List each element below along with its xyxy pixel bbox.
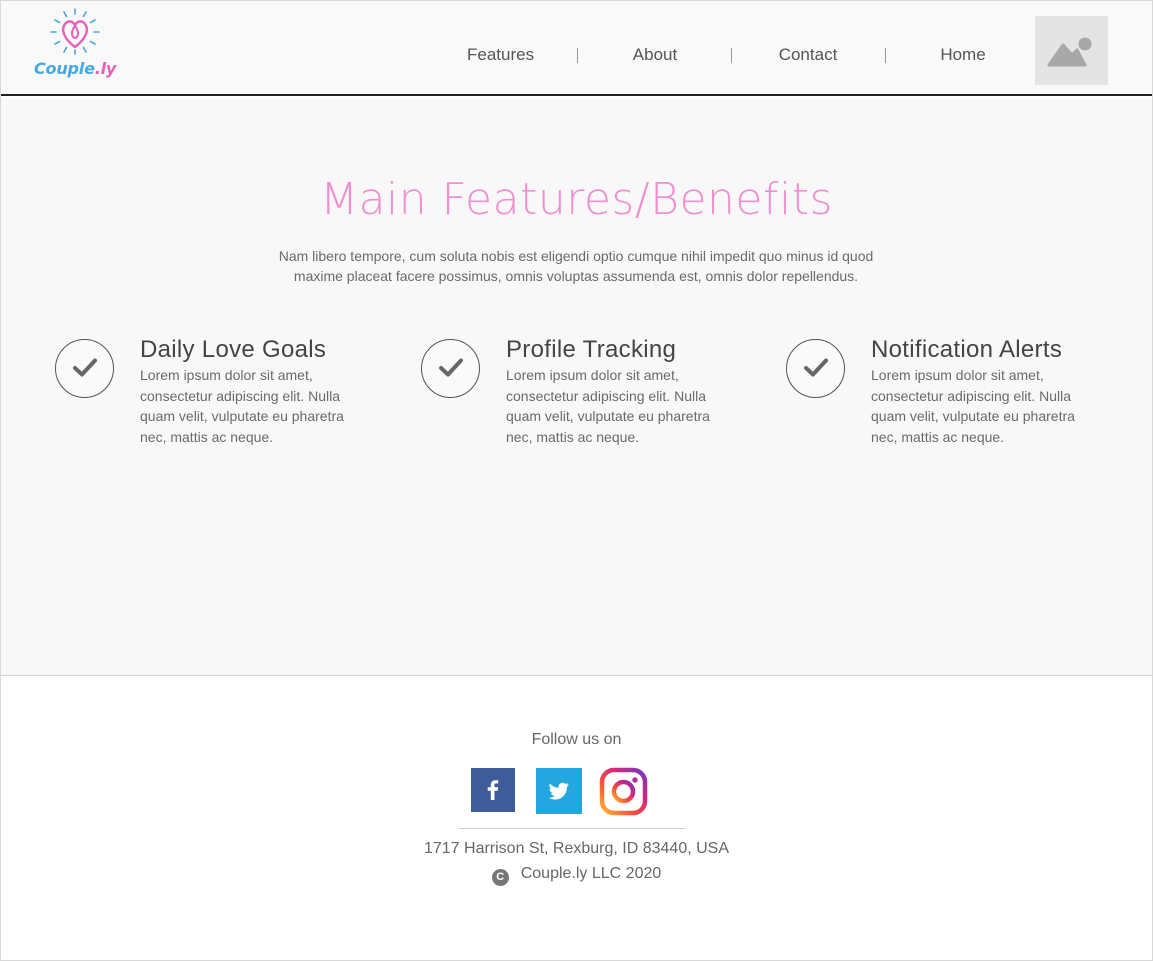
instagram-link[interactable] xyxy=(599,767,648,816)
follow-us-label: Follow us on xyxy=(531,731,622,748)
nav-item-features[interactable]: Features xyxy=(467,45,534,65)
feature-card-daily-love-goals: Daily Love Goals Lorem ipsum dolor sit a… xyxy=(55,336,395,456)
footer-divider xyxy=(459,828,685,829)
copyright-icon: C xyxy=(491,869,509,886)
section-title: Main Features/Benefits xyxy=(320,174,833,225)
heart-logo-icon xyxy=(50,8,100,55)
site-header: Couple.ly Features About Contact Home xyxy=(1,1,1152,96)
nav-separator xyxy=(885,48,886,63)
feature-description: Lorem ipsum dolor sit amet, consectetur … xyxy=(506,367,710,445)
address-text: 1717 Harrison St, Rexburg, ID 83440, USA xyxy=(423,840,730,857)
image-placeholder-icon xyxy=(1047,37,1092,67)
nav-separator xyxy=(577,48,578,63)
site-footer: Follow us on 1717 Harrison St, Rexburg, … xyxy=(1,677,1152,960)
nav-item-contact[interactable]: Contact xyxy=(777,45,839,65)
facebook-icon xyxy=(487,780,499,800)
features-section: Main Features/Benefits Nam libero tempor… xyxy=(1,98,1152,676)
subtitle-line-2: maxime placeat facere possimus, omnis vo… xyxy=(293,268,859,284)
section-subtitle: Nam libero tempore, cum soluta nobis est… xyxy=(251,246,901,286)
site-logo[interactable]: Couple.ly xyxy=(31,7,117,79)
nav-item-about[interactable]: About xyxy=(629,45,681,65)
facebook-link[interactable] xyxy=(471,768,515,812)
twitter-link[interactable] xyxy=(536,768,582,814)
feature-title: Notification Alerts xyxy=(871,336,1063,363)
check-circle-icon xyxy=(421,339,480,398)
twitter-icon xyxy=(548,782,569,800)
feature-description: Lorem ipsum dolor sit amet, consectetur … xyxy=(140,367,344,445)
profile-image-placeholder[interactable] xyxy=(1035,16,1108,85)
feature-title: Daily Love Goals xyxy=(140,336,327,363)
nav-item-home[interactable]: Home xyxy=(937,45,989,65)
feature-card-notification-alerts: Notification Alerts Lorem ipsum dolor si… xyxy=(786,336,1126,456)
check-circle-icon xyxy=(786,339,845,398)
check-circle-icon xyxy=(55,339,114,398)
logo-text-part2: .ly xyxy=(94,59,117,78)
instagram-icon xyxy=(599,767,648,816)
feature-title: Profile Tracking xyxy=(506,336,677,363)
logo-text-part1: Couple xyxy=(34,59,95,78)
nav-separator xyxy=(731,48,732,63)
copyright-line: C Couple.ly LLC 2020 xyxy=(1,865,1152,886)
feature-description: Lorem ipsum dolor sit amet, consectetur … xyxy=(871,367,1075,445)
feature-card-profile-tracking: Profile Tracking Lorem ipsum dolor sit a… xyxy=(421,336,761,456)
copyright-text: Couple.ly LLC 2020 xyxy=(520,865,662,882)
subtitle-line-1: Nam libero tempore, cum soluta nobis est… xyxy=(278,248,874,264)
logo-text: Couple.ly xyxy=(34,59,116,78)
